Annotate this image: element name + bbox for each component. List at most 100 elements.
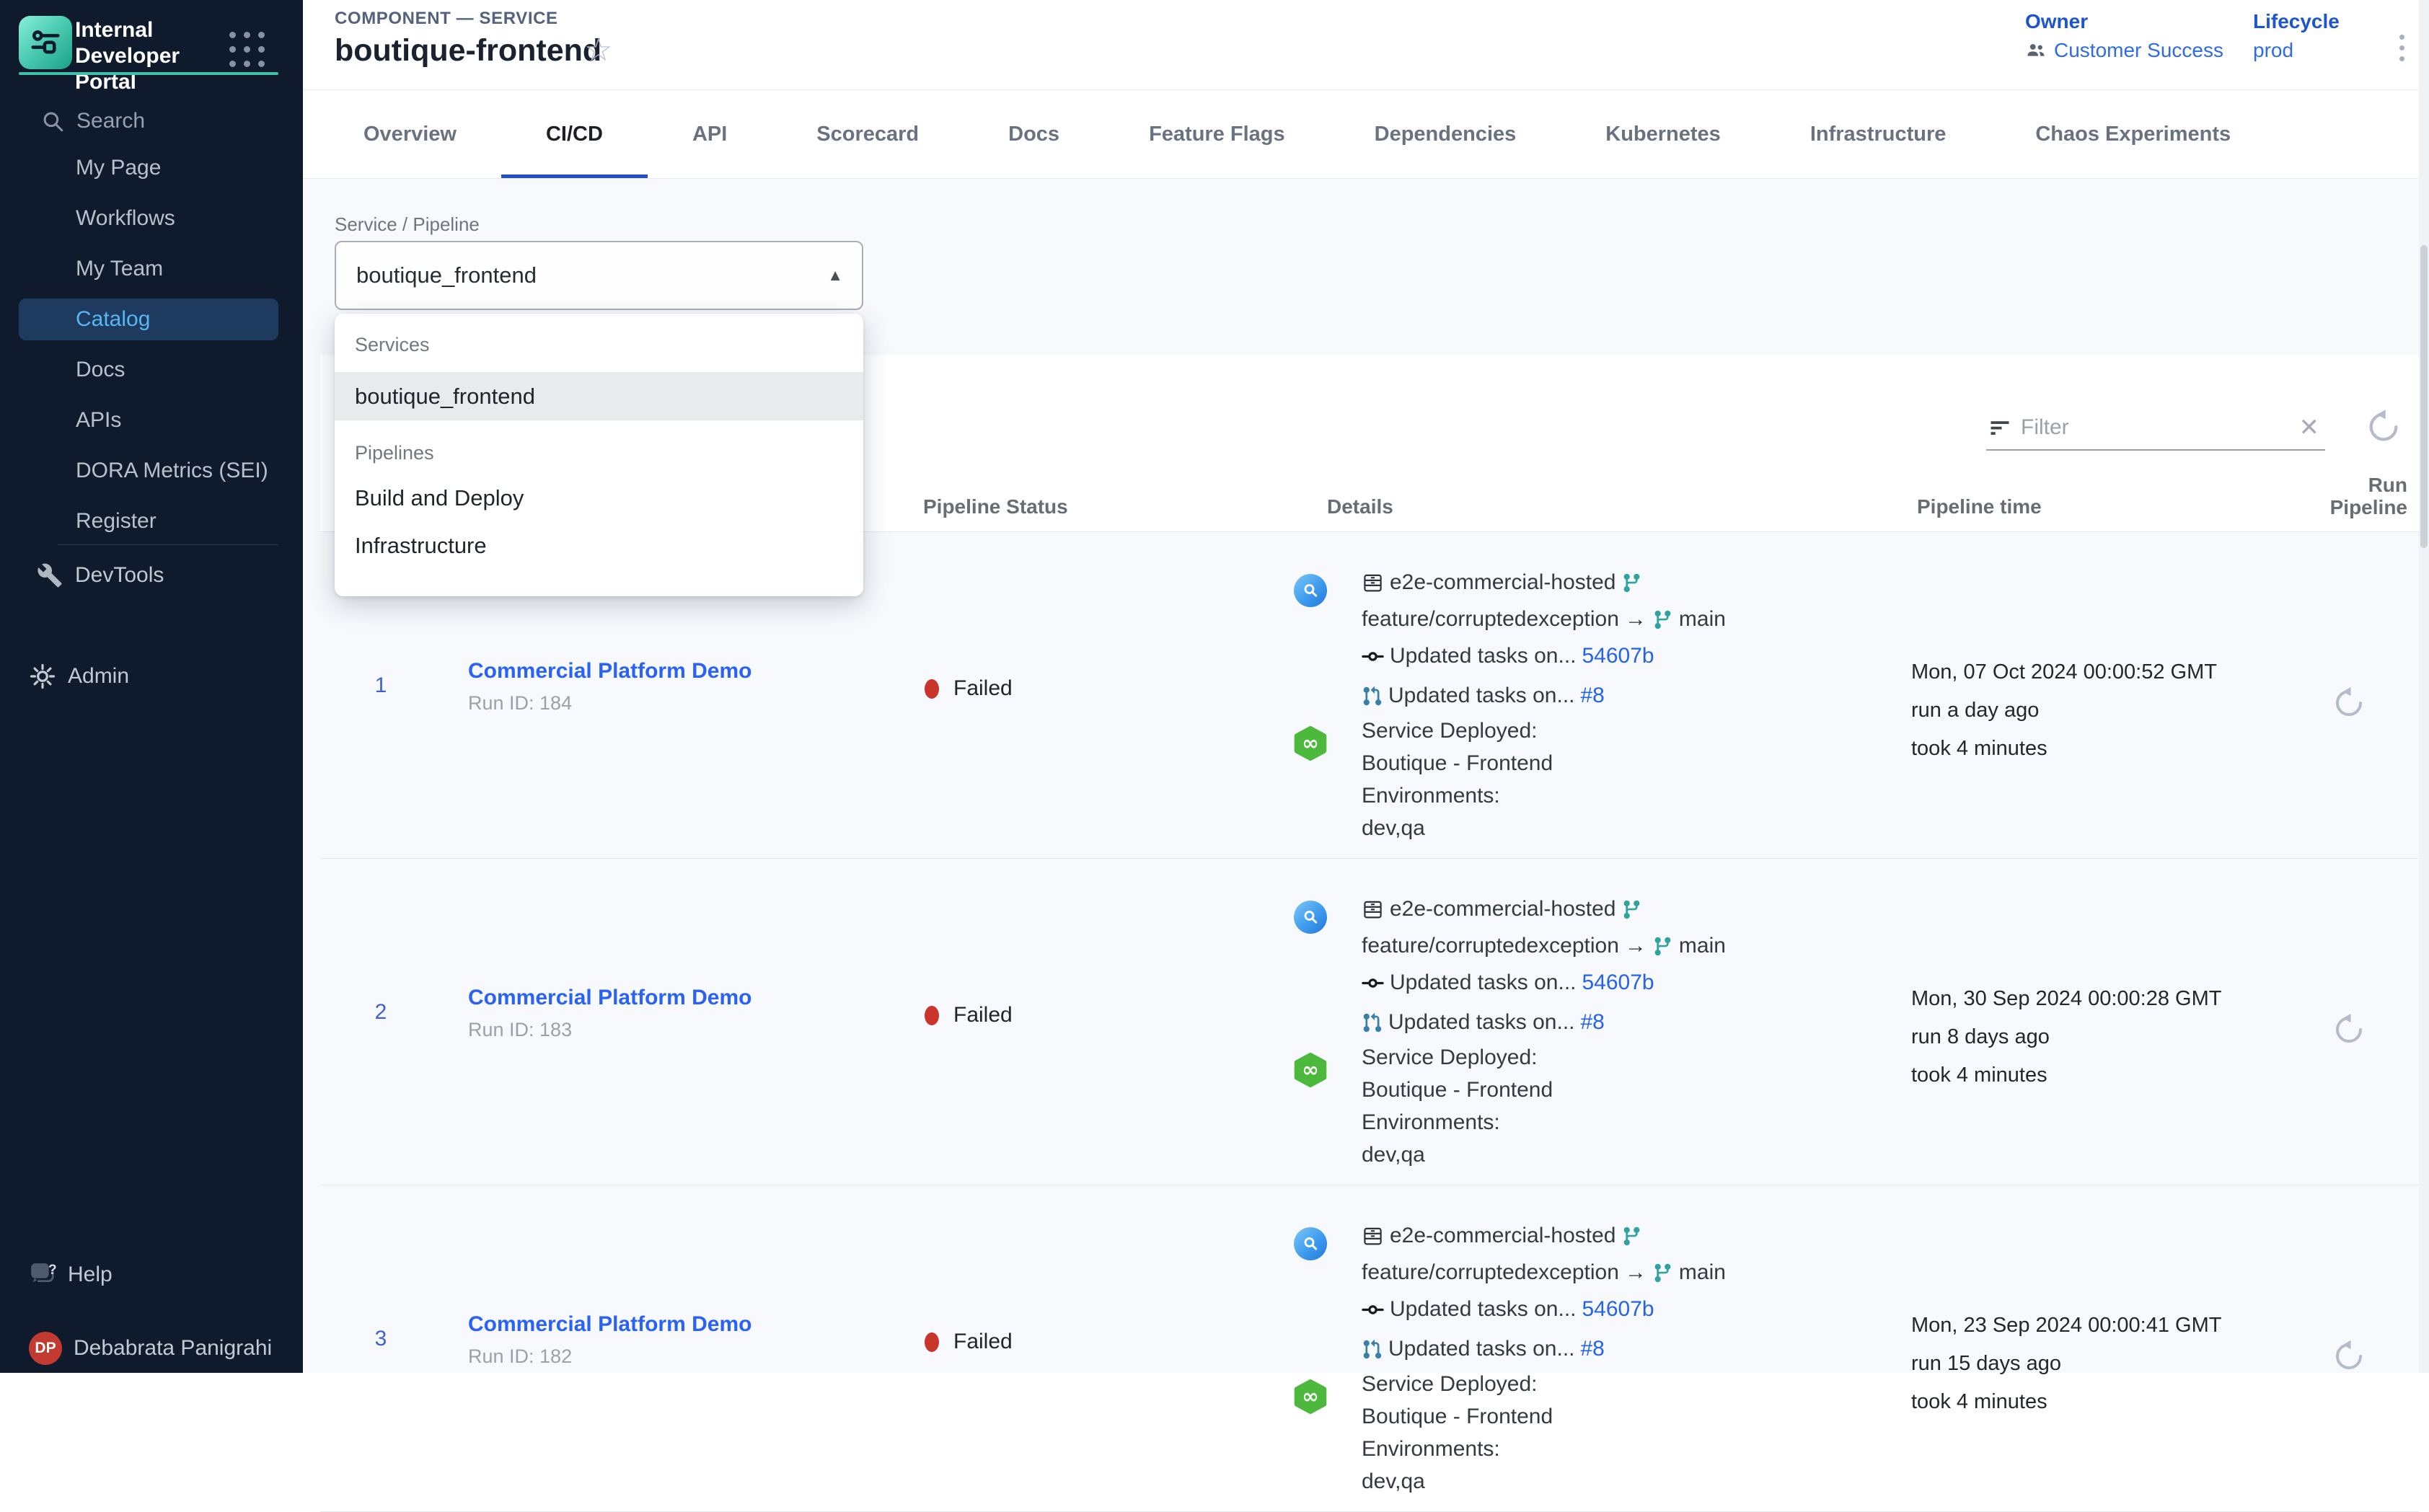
circuit-logo-icon <box>29 26 62 59</box>
failed-status-dot <box>925 1006 939 1025</box>
pipeline-time: Mon, 07 Oct 2024 00:00:52 GMT run a day … <box>1911 653 2217 768</box>
row-number[interactable]: 3 <box>365 1327 397 1351</box>
sidebar-item-dora-metrics[interactable]: DORA Metrics (SEI) <box>0 446 303 496</box>
run-relative-time: run 15 days ago <box>1911 1345 2221 1383</box>
pipeline-status: Failed <box>925 1003 1013 1027</box>
sidebar-item-workflows[interactable]: Workflows <box>0 193 303 244</box>
tab-feature-flags[interactable]: Feature Flags <box>1104 90 1330 178</box>
dropdown-option-infrastructure[interactable]: Infrastructure <box>335 522 863 570</box>
tab-dependencies[interactable]: Dependencies <box>1330 90 1561 178</box>
sidebar-item-search[interactable]: Search <box>0 101 303 141</box>
caret-up-icon: ▲ <box>827 266 843 285</box>
source-branch[interactable]: feature/corruptedexception <box>1362 1255 1619 1290</box>
filter-input[interactable] <box>2021 415 2299 440</box>
git-branch-icon <box>1652 936 1673 957</box>
sidebar-accent-divider <box>19 72 278 75</box>
page-title: boutique-frontend <box>335 33 601 68</box>
source-branch[interactable]: feature/corruptedexception <box>1362 929 1619 963</box>
arrow-right-icon: → <box>1625 1255 1646 1290</box>
svg-text:∞: ∞ <box>1302 731 1318 755</box>
sidebar-item-my-page[interactable]: My Page <box>0 143 303 193</box>
tab-overview[interactable]: Overview <box>319 90 501 178</box>
sidebar-item-admin[interactable]: Admin <box>0 653 303 699</box>
clear-filter-icon[interactable]: ✕ <box>2299 415 2320 440</box>
pipeline-name-link[interactable]: Commercial Platform Demo <box>468 1312 751 1337</box>
run-duration: took 4 minutes <box>1911 1383 2221 1421</box>
tab-infrastructure[interactable]: Infrastructure <box>1765 90 1991 178</box>
pipeline-name-link[interactable]: Commercial Platform Demo <box>468 986 751 1010</box>
service-pipeline-dropdown: Services boutique_frontend Pipelines Bui… <box>335 314 863 596</box>
target-branch[interactable]: main <box>1679 1255 1726 1290</box>
commit-link[interactable]: 54607b <box>1582 1292 1654 1327</box>
cicd-content: Service / Pipeline boutique_frontend ▲ ✕… <box>303 179 2429 1373</box>
run-id: Run ID: 183 <box>468 1019 751 1041</box>
svg-text:∞: ∞ <box>1302 1384 1318 1408</box>
sidebar-item-my-team[interactable]: My Team <box>0 244 303 294</box>
cd-stage-icon: ∞ <box>1292 1379 1328 1415</box>
tab-scorecard[interactable]: Scorecard <box>772 90 964 178</box>
run-timestamp: Mon, 23 Sep 2024 00:00:41 GMT <box>1911 1307 2221 1345</box>
run-relative-time: run 8 days ago <box>1911 1018 2221 1056</box>
scrollbar[interactable] <box>2419 0 2429 1373</box>
pr-link[interactable]: #8 <box>1581 1005 1605 1040</box>
rerun-pipeline-icon[interactable] <box>2331 1012 2367 1048</box>
app-logo[interactable] <box>19 16 72 69</box>
repo-name[interactable]: e2e-commercial-hosted <box>1390 892 1615 927</box>
people-icon <box>2025 40 2047 61</box>
deploy-title: Service Deployed: <box>1362 1041 1890 1074</box>
commit-icon <box>1362 645 1384 668</box>
row-number[interactable]: 2 <box>365 1000 397 1025</box>
filter-field: ✕ <box>1986 406 2325 451</box>
sidebar-user[interactable]: DP Debabrata Panigrahi <box>0 1328 303 1369</box>
git-branch-icon <box>1652 1263 1673 1283</box>
repo-name[interactable]: e2e-commercial-hosted <box>1390 565 1615 600</box>
sidebar-item-apis[interactable]: APIs <box>0 395 303 446</box>
tab-chaos-experiments[interactable]: Chaos Experiments <box>1991 90 2275 178</box>
dropdown-option-build-and-deploy[interactable]: Build and Deploy <box>335 474 863 522</box>
repo-name[interactable]: e2e-commercial-hosted <box>1390 1219 1615 1253</box>
owner-label[interactable]: Owner <box>2025 10 2223 33</box>
pipeline-name-link[interactable]: Commercial Platform Demo <box>468 659 751 684</box>
gear-icon <box>29 663 56 690</box>
tab-cicd[interactable]: CI/CD <box>501 90 648 178</box>
tab-api[interactable]: API <box>648 90 772 178</box>
dropdown-option-boutique-frontend[interactable]: boutique_frontend <box>335 373 863 420</box>
rerun-pipeline-icon[interactable] <box>2331 1338 2367 1374</box>
tab-docs[interactable]: Docs <box>964 90 1104 178</box>
rerun-pipeline-icon[interactable] <box>2331 685 2367 721</box>
target-branch[interactable]: main <box>1679 929 1726 963</box>
owner-value[interactable]: Customer Success <box>2054 39 2223 62</box>
refresh-icon[interactable] <box>2364 407 2403 446</box>
tab-kubernetes[interactable]: Kubernetes <box>1561 90 1765 178</box>
scrollbar-thumb[interactable] <box>2420 245 2428 548</box>
cd-stage-icon: ∞ <box>1292 725 1328 761</box>
app-title: Internal Developer Portal <box>75 17 245 95</box>
service-pipeline-select[interactable]: boutique_frontend ▲ <box>335 241 863 310</box>
lifecycle-block: Lifecycle prod <box>2253 10 2340 62</box>
arrow-right-icon: → <box>1625 929 1646 963</box>
commit-link[interactable]: 54607b <box>1582 639 1654 673</box>
favorite-star-icon[interactable]: ☆ <box>584 35 612 66</box>
sidebar-item-docs[interactable]: Docs <box>0 345 303 395</box>
pr-link[interactable]: #8 <box>1581 678 1605 713</box>
environments-value: dev,qa <box>1362 812 1890 844</box>
more-options-kebab-icon[interactable] <box>2387 27 2416 68</box>
owner-block: Owner Customer Success <box>2025 10 2223 62</box>
target-branch[interactable]: main <box>1679 602 1726 637</box>
pr-link[interactable]: #8 <box>1581 1332 1605 1366</box>
filter-icon <box>1989 417 2011 438</box>
commit-link[interactable]: 54607b <box>1582 965 1654 1000</box>
sidebar-item-catalog[interactable]: Catalog <box>0 294 303 345</box>
sidebar-item-register[interactable]: Register <box>0 496 303 547</box>
sidebar-item-label: DevTools <box>75 563 164 588</box>
lifecycle-label[interactable]: Lifecycle <box>2253 10 2340 33</box>
sidebar-item-devtools[interactable]: DevTools <box>0 552 303 598</box>
run-duration: took 4 minutes <box>1911 1056 2221 1095</box>
apps-grid-icon[interactable] <box>229 32 268 71</box>
commit-message: Updated tasks on... <box>1390 639 1577 673</box>
avatar: DP <box>29 1332 62 1365</box>
row-number[interactable]: 1 <box>365 673 397 698</box>
commit-icon <box>1362 972 1384 994</box>
sidebar-item-help[interactable]: ? Help <box>0 1252 303 1298</box>
source-branch[interactable]: feature/corruptedexception <box>1362 602 1619 637</box>
